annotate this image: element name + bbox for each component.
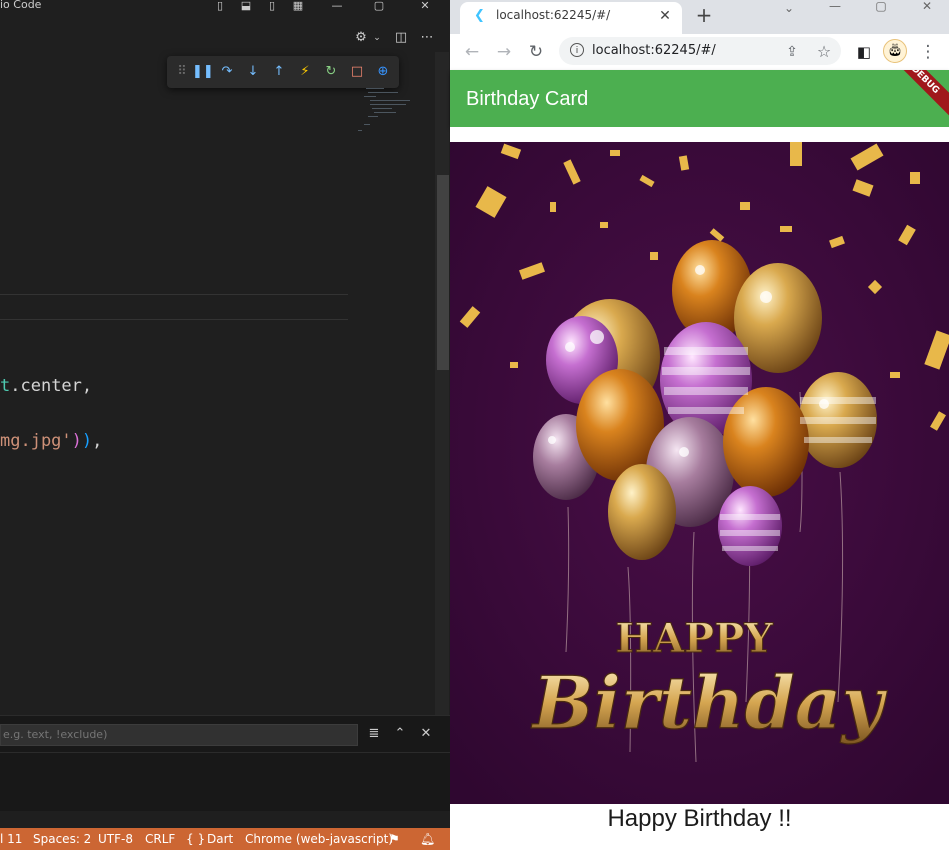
toggle-primary-sidebar-icon[interactable]: ▯ bbox=[213, 0, 227, 12]
close-window-icon[interactable]: ✕ bbox=[418, 0, 432, 12]
customize-layout-icon[interactable]: ▦ bbox=[291, 0, 305, 12]
back-arrow-icon[interactable]: ← bbox=[462, 42, 482, 62]
code-token: mg.jpg' bbox=[0, 431, 72, 451]
share-icon[interactable]: ⇪ bbox=[782, 42, 802, 62]
panel-separator bbox=[0, 752, 450, 753]
minimize-icon[interactable]: — bbox=[330, 0, 344, 12]
close-panel-icon[interactable]: ✕ bbox=[418, 726, 434, 742]
profile-avatar[interactable]: 🎂︎ bbox=[883, 39, 907, 63]
chevron-down-icon[interactable]: ⌄ bbox=[368, 30, 386, 46]
more-actions-icon[interactable]: ⋯ bbox=[418, 30, 436, 46]
notifications-bell-icon[interactable]: 🔔︎ bbox=[420, 828, 435, 850]
tab-search-chevron-icon[interactable]: ⌄ bbox=[776, 2, 802, 16]
step-into-icon[interactable]: ↓ bbox=[244, 63, 262, 81]
status-line-col[interactable]: l 11 bbox=[0, 828, 22, 850]
editor-scroll-thumb[interactable] bbox=[437, 175, 449, 370]
chrome-menu-icon[interactable]: ⋮ bbox=[918, 42, 938, 62]
split-editor-icon[interactable]: ◫ bbox=[392, 30, 410, 46]
stop-icon[interactable]: □ bbox=[348, 63, 366, 81]
tab-title: localhost:62245/#/ bbox=[496, 8, 611, 22]
clear-output-icon[interactable]: ≣ bbox=[366, 726, 382, 742]
step-over-icon[interactable]: ↷ bbox=[218, 63, 236, 81]
birthday-card-illustration: HAPPY Birthday bbox=[450, 142, 949, 804]
status-language-braces[interactable]: { } bbox=[186, 828, 205, 850]
debug-banner: DEBUG bbox=[880, 70, 949, 125]
code-line[interactable]: t.center, bbox=[0, 376, 92, 396]
drag-handle-icon[interactable]: ⠿ bbox=[173, 63, 191, 81]
hot-restart-icon[interactable]: ↻ bbox=[322, 63, 340, 81]
code-token: t bbox=[0, 376, 11, 396]
code-line[interactable]: mg.jpg')), bbox=[0, 431, 102, 451]
status-eol[interactable]: CRLF bbox=[145, 828, 175, 850]
site-info-icon[interactable]: i bbox=[570, 43, 584, 57]
new-tab-icon[interactable]: + bbox=[694, 5, 714, 25]
status-indentation[interactable]: Spaces: 2 bbox=[33, 828, 91, 850]
maximize-icon[interactable]: ▢ bbox=[372, 0, 386, 12]
code-token: .center, bbox=[10, 376, 93, 396]
pause-icon[interactable]: ❚❚ bbox=[192, 63, 214, 81]
editor-divider bbox=[0, 294, 348, 295]
status-device[interactable]: Chrome (web-javascript) bbox=[245, 828, 393, 850]
code-token: ) bbox=[71, 431, 82, 451]
reload-icon[interactable]: ↻ bbox=[526, 42, 546, 62]
tab-close-icon[interactable]: ✕ bbox=[657, 8, 673, 24]
toggle-panel-icon[interactable]: ⬓ bbox=[239, 0, 253, 12]
flutter-favicon-icon: ❮ bbox=[474, 8, 485, 23]
code-token: , bbox=[92, 431, 103, 451]
maximize-panel-icon[interactable]: ⌃ bbox=[392, 726, 408, 742]
status-language[interactable]: Dart bbox=[207, 828, 233, 850]
minimap[interactable] bbox=[356, 86, 416, 136]
bookmark-star-icon[interactable]: ☆ bbox=[814, 42, 834, 62]
feedback-icon[interactable]: ⚑ bbox=[389, 828, 400, 850]
editor-scrollbar[interactable] bbox=[435, 52, 449, 715]
address-bar-url[interactable]: localhost:62245/#/ bbox=[592, 43, 716, 58]
editor-divider bbox=[0, 319, 348, 320]
status-bar: l 11 Spaces: 2 UTF-8 CRLF { } Dart Chrom… bbox=[0, 828, 450, 850]
devtools-icon[interactable]: ⊕ bbox=[374, 63, 392, 81]
birthday-card-image: HAPPY Birthday bbox=[450, 142, 949, 804]
hot-reload-icon[interactable]: ⚡ bbox=[296, 63, 314, 81]
status-encoding[interactable]: UTF-8 bbox=[98, 828, 133, 850]
output-filter-input[interactable] bbox=[0, 724, 358, 746]
debug-banner-clip: DEBUG bbox=[450, 70, 949, 127]
close-window-icon[interactable]: ✕ bbox=[914, 0, 940, 14]
side-panel-icon[interactable]: ◧ bbox=[854, 42, 874, 62]
vscode-window-title: io Code bbox=[0, 0, 42, 11]
card-happy-text: HAPPY bbox=[615, 615, 773, 662]
maximize-icon[interactable]: ▢ bbox=[868, 0, 894, 14]
toggle-secondary-sidebar-icon[interactable]: ▯ bbox=[265, 0, 279, 12]
card-caption: Happy Birthday !! bbox=[607, 805, 792, 832]
card-birthday-text: Birthday bbox=[531, 660, 888, 745]
step-out-icon[interactable]: ↑ bbox=[270, 63, 288, 81]
minimize-icon[interactable]: — bbox=[822, 0, 848, 14]
forward-arrow-icon[interactable]: → bbox=[494, 42, 514, 62]
code-token: ) bbox=[81, 431, 93, 451]
